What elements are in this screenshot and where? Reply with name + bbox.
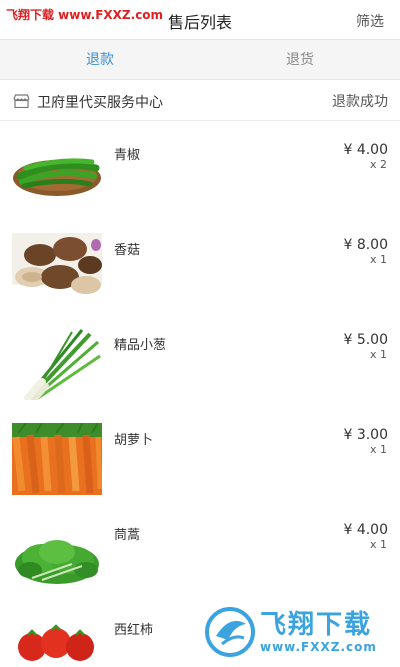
- product-name: 青椒: [114, 148, 141, 163]
- product-quantity: x 2: [369, 158, 387, 171]
- product-name: 精品小葱: [114, 338, 167, 353]
- tomato-image: [18, 624, 94, 661]
- list-item[interactable]: 胡萝卜 ¥ 3.00 x 1: [0, 407, 400, 502]
- tab-bar: 退款 退货: [0, 40, 400, 80]
- product-name: 胡萝卜: [114, 433, 154, 448]
- watermark-bottom-right: 飞翔下载 www.FXXZ.com: [200, 600, 400, 667]
- green-pepper-image: [13, 158, 101, 196]
- list-item[interactable]: 精品小葱 ¥ 5.00 x 1: [0, 312, 400, 407]
- watermark-logo-icon: [205, 607, 255, 657]
- store-row[interactable]: 卫府里代买服务中心 退款成功: [0, 81, 400, 121]
- product-name: 茼蒿: [114, 528, 141, 543]
- scallion-image: [24, 329, 101, 400]
- watermark-url: www.FXXZ.com: [260, 640, 377, 654]
- product-name: 香菇: [114, 243, 141, 258]
- product-price: ¥ 3.00: [343, 427, 388, 443]
- carrot-image: [12, 423, 102, 495]
- product-price: ¥ 5.00: [343, 332, 388, 348]
- product-price: ¥ 4.00: [343, 142, 388, 158]
- watermark-title: 飞翔下载: [260, 610, 373, 640]
- tab-refund[interactable]: 退款: [0, 40, 200, 79]
- product-price: ¥ 8.00: [343, 237, 388, 253]
- filter-button[interactable]: 筛选: [356, 11, 384, 31]
- watermark-top-left: 飞翔下载 www.FXXZ.com: [0, 0, 163, 30]
- product-list: 青椒 ¥ 4.00 x 2 香菇 ¥ 8.00 x 1 精品小葱 ¥ 5.00 …: [0, 122, 400, 667]
- product-price: ¥ 4.00: [343, 522, 388, 538]
- list-item[interactable]: 青椒 ¥ 4.00 x 2: [0, 122, 400, 217]
- store-name: 卫府里代买服务中心: [37, 95, 163, 111]
- tab-return[interactable]: 退货: [200, 40, 400, 79]
- refund-status: 退款成功: [332, 94, 388, 110]
- top-bar: 售后列表 筛选 飞翔下载 www.FXXZ.com: [0, 0, 400, 40]
- crown-daisy-image: [15, 540, 99, 584]
- product-quantity: x 1: [369, 443, 387, 456]
- product-quantity: x 1: [369, 253, 387, 266]
- product-name: 西红柿: [114, 623, 154, 638]
- product-quantity: x 1: [369, 538, 387, 551]
- list-item[interactable]: 香菇 ¥ 8.00 x 1: [0, 217, 400, 312]
- product-quantity: x 1: [369, 348, 387, 361]
- list-item[interactable]: 茼蒿 ¥ 4.00 x 1: [0, 502, 400, 597]
- watermark-text: 飞翔下载 www.FXXZ.com: [6, 8, 164, 22]
- store-icon: [13, 94, 30, 108]
- after-sales-screen: 售后列表 筛选 飞翔下载 www.FXXZ.com 退款 退货 卫府里代买服务中…: [0, 0, 400, 667]
- shiitake-mushroom-image: [12, 233, 102, 305]
